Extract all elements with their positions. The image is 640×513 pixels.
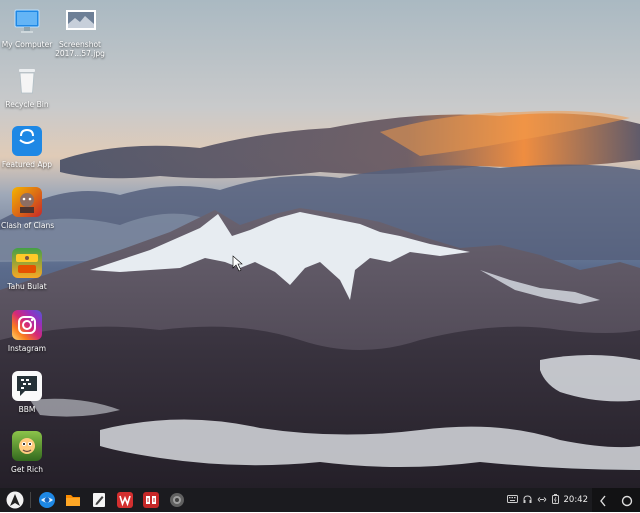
desktop-icon-label: My Computer [1, 40, 53, 49]
home-button[interactable] [620, 493, 634, 512]
taskbar: 20:42 [0, 488, 640, 512]
keyboard-icon[interactable] [506, 495, 518, 505]
desktop-icon-label: Tahu Bulat [7, 282, 47, 291]
desktop-icon-instagram[interactable]: Instagram [1, 310, 53, 353]
image-file-icon [65, 6, 96, 36]
navigation-buttons [592, 488, 640, 512]
game-icon [12, 248, 42, 278]
desktop-icon-recycle-bin[interactable]: Recycle Bin [1, 66, 53, 109]
wallpaper-mountain-image [0, 0, 640, 488]
taskbar-app-store[interactable] [142, 491, 160, 509]
start-icon [5, 491, 25, 513]
chevron-left-icon [600, 495, 606, 507]
desktop-icon-featured-app[interactable]: Featured App [1, 126, 53, 169]
start-button[interactable] [5, 491, 25, 509]
file-manager-icon [64, 494, 82, 513]
camera-icon [12, 310, 42, 340]
game-icon [12, 431, 42, 461]
taskbar-app-office[interactable] [116, 491, 134, 509]
taskbar-app-notes[interactable] [90, 491, 108, 509]
monitor-icon [12, 6, 42, 36]
clock[interactable]: 20:42 [564, 495, 589, 505]
system-tray: 20:42 [506, 488, 589, 512]
back-button[interactable] [598, 493, 608, 512]
desktop-icon-clash-of-clans[interactable]: Clash of Clans [1, 187, 55, 230]
desktop-icon-screenshot[interactable]: Screenshot 2017...57.jpg [54, 6, 106, 58]
battery-icon[interactable] [551, 494, 559, 506]
desktop-icon-tahu-bulat[interactable]: Tahu Bulat [1, 248, 53, 291]
desktop-icon-my-computer[interactable]: My Computer [1, 6, 53, 49]
desktop-icon-label: Screenshot 2017...57.jpg [55, 40, 105, 58]
app-store-icon [142, 492, 160, 513]
desktop-icon-label: Clash of Clans [1, 221, 55, 230]
desktop-icon-bbm[interactable]: BBM [1, 371, 53, 414]
desktop-icon-label: Instagram [7, 344, 47, 353]
chat-icon [12, 371, 42, 401]
trash-icon [12, 66, 42, 96]
taskbar-app-settings[interactable] [168, 491, 186, 509]
browser-icon [38, 492, 56, 513]
office-icon [116, 492, 134, 513]
network-icon[interactable] [537, 495, 547, 506]
desktop-icon-label: Get Rich [11, 465, 43, 474]
shopping-bag-icon [12, 126, 42, 156]
taskbar-app-file-manager[interactable] [64, 491, 82, 509]
game-icon [12, 187, 42, 217]
desktop[interactable]: My Computer Screenshot 2017...57.jpg Rec… [0, 0, 640, 488]
taskbar-divider [30, 492, 31, 508]
circle-home-icon [621, 495, 633, 507]
notes-icon [90, 493, 108, 513]
settings-icon [168, 493, 186, 513]
desktop-icon-label: Featured App [1, 160, 53, 169]
desktop-icon-label: BBM [18, 405, 36, 414]
headset-icon[interactable] [523, 494, 532, 506]
taskbar-app-browser[interactable] [38, 491, 56, 509]
desktop-icon-get-rich[interactable]: Get Rich [1, 431, 53, 474]
desktop-icon-label: Recycle Bin [5, 100, 49, 109]
